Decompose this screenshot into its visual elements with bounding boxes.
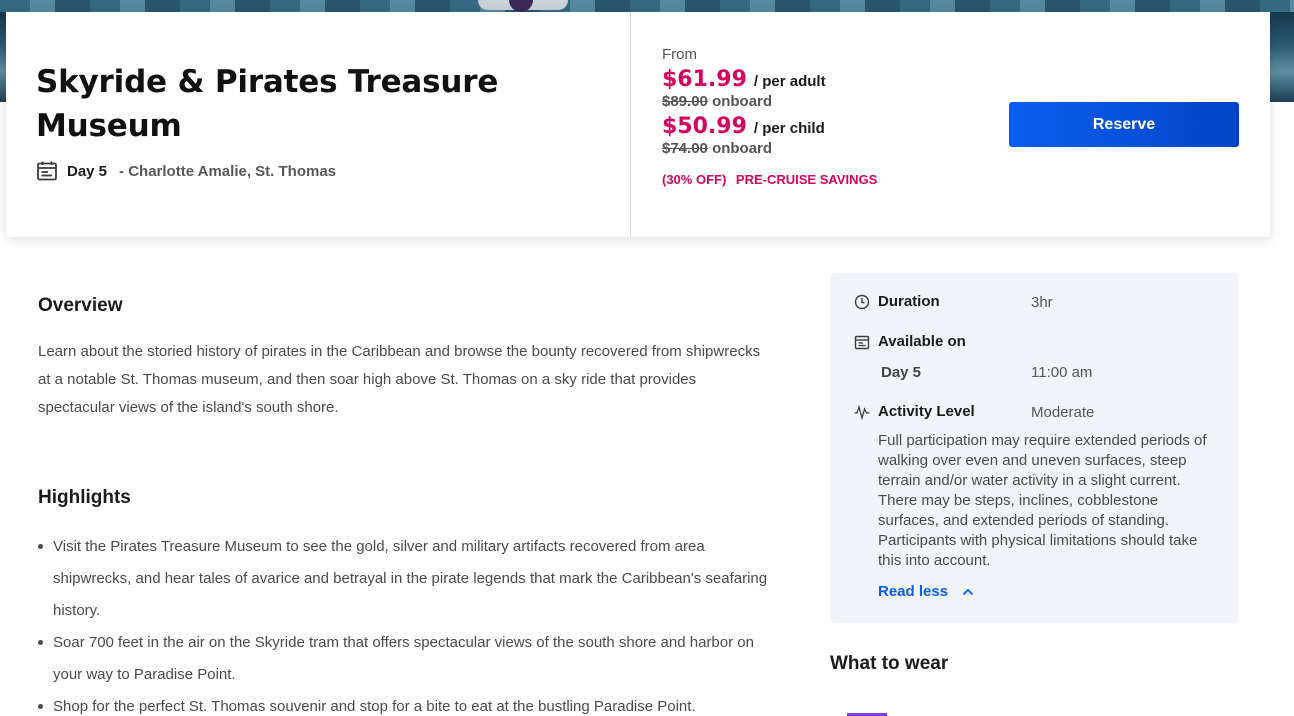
- highlight-item: Soar 700 feet in the air on the Skyride …: [38, 627, 778, 691]
- chevron-up-icon[interactable]: [962, 588, 974, 596]
- adult-unit: / per adult: [753, 73, 826, 90]
- adult-onboard-amount: $89.00: [662, 93, 708, 110]
- activity-row: Activity Level: [854, 403, 975, 420]
- excursion-location: - Charlotte Amalie, St. Thomas: [119, 162, 337, 180]
- child-unit: / per child: [753, 120, 825, 137]
- read-less-link[interactable]: Read less: [878, 583, 974, 600]
- child-onboard-label: onboard: [712, 140, 773, 157]
- highlight-item: Shop for the perfect St. Thomas souvenir…: [38, 691, 778, 716]
- adult-price: $61.99: [662, 67, 747, 92]
- duration-row: Duration: [854, 293, 940, 310]
- calendar-icon: [854, 335, 870, 349]
- excursion-day: Day 5: [67, 162, 108, 180]
- what-to-wear-heading: What to wear: [830, 653, 949, 674]
- clock-icon: [854, 294, 870, 309]
- excursion-meta: Day 5 - Charlotte Amalie, St. Thomas: [36, 160, 630, 182]
- highlights-heading: Highlights: [38, 487, 131, 508]
- activity-pulse-icon: [854, 404, 870, 420]
- savings-label: PRE-CRUISE SAVINGS: [735, 172, 878, 187]
- highlight-item: Visit the Pirates Treasure Museum to see…: [38, 531, 778, 627]
- adult-price-row: $61.99 / per adult: [662, 67, 1270, 92]
- from-label: From: [662, 46, 697, 63]
- harbor-water: [0, 0, 1294, 12]
- read-less-label[interactable]: Read less: [878, 583, 948, 600]
- duration-label: Duration: [878, 293, 940, 310]
- activity-label: Activity Level: [878, 403, 975, 420]
- excursion-summary-card: Skyride & Pirates Treasure Museum Day 5 …: [6, 12, 1270, 237]
- excursion-title: Skyride & Pirates Treasure Museum: [36, 64, 499, 144]
- available-time: 11:00 am: [1031, 364, 1093, 381]
- child-onboard-amount: $74.00: [662, 140, 708, 157]
- summary-left: Skyride & Pirates Treasure Museum Day 5 …: [6, 12, 631, 237]
- activity-description: Full participation may require extended …: [878, 432, 1207, 569]
- pricing-panel: From $61.99 / per adult $89.00 onboard $…: [631, 12, 1270, 237]
- calendar-icon: [37, 161, 57, 181]
- child-price: $50.99: [662, 114, 747, 139]
- savings-badge: (30% OFF) PRE-CRUISE SAVINGS: [662, 172, 1270, 187]
- activity-value: Moderate: [1031, 404, 1095, 421]
- discount-percent: (30% OFF): [662, 172, 727, 187]
- reserve-button[interactable]: Reserve: [1009, 102, 1239, 147]
- overview-text: Learn about the storied history of pirat…: [38, 343, 761, 416]
- adult-onboard-label: onboard: [712, 93, 773, 110]
- available-day: Day 5: [881, 364, 922, 381]
- highlights-list: Visit the Pirates Treasure Museum to see…: [38, 531, 778, 716]
- available-row: Available on: [854, 333, 966, 350]
- available-label: Available on: [878, 333, 966, 350]
- details-card: Duration 3hr Available on Day 5 11:00 am…: [830, 273, 1238, 623]
- overview-heading: Overview: [38, 295, 123, 316]
- duration-value: 3hr: [1031, 294, 1053, 311]
